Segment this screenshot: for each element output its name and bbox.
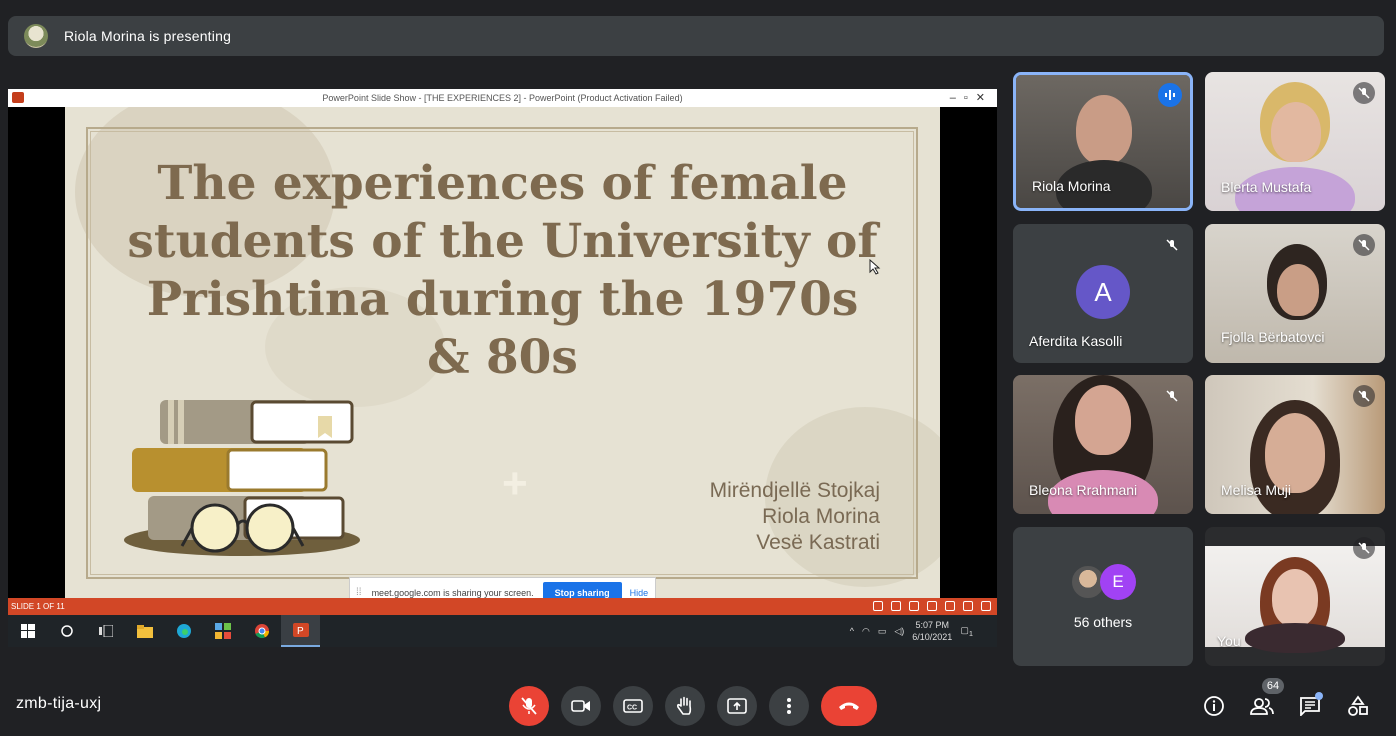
participant-name: Aferdita Kasolli: [1029, 333, 1123, 349]
more-options-button[interactable]: [769, 686, 809, 726]
clock-time: 5:07 PM: [915, 620, 950, 630]
camera-icon: [571, 700, 590, 712]
participant-name: Fjolla Bërbatovci: [1221, 329, 1325, 345]
menu-icon[interactable]: [891, 601, 901, 611]
participant-name: Riola Morina: [1032, 178, 1111, 194]
present-icon: [727, 698, 747, 714]
slideshow-controls: [873, 601, 991, 611]
file-explorer-icon[interactable]: [125, 615, 164, 647]
mouse-cursor-icon: [869, 259, 881, 275]
muted-mic-icon: [1353, 234, 1375, 256]
participant-name: Melisa Muji: [1221, 482, 1292, 498]
task-view-icon[interactable]: [86, 615, 125, 647]
chat-notification-dot: [1315, 692, 1323, 700]
muted-mic-icon: [1353, 385, 1375, 407]
presenting-text: Riola Morina is presenting: [64, 28, 232, 44]
system-clock[interactable]: 5:07 PM 6/10/2021: [912, 619, 952, 643]
books-illustration: [124, 400, 360, 556]
participant-tile[interactable]: Fjolla Bërbatovci: [1205, 224, 1385, 363]
camera-toggle-button[interactable]: [561, 686, 601, 726]
system-tray: ^ ◠ ▭ ◁) 5:07 PM 6/10/2021 ▢1: [850, 615, 973, 647]
muted-mic-icon: [1161, 234, 1183, 256]
participant-tile[interactable]: Bleona Rrahmani: [1013, 375, 1193, 514]
plus-decoration: +: [502, 459, 528, 508]
slide-authors: Mirëndjellë Stojkaj Riola Morina Vesë Ka…: [710, 478, 880, 556]
windows-taskbar: P ^ ◠ ▭ ◁) 5:07 PM 6/10/2021 ▢1: [8, 615, 997, 647]
window-title: PowerPoint Slide Show - [THE EXPERIENCES…: [322, 93, 683, 103]
hand-icon: [677, 696, 692, 715]
edge-browser-icon[interactable]: [164, 615, 203, 647]
powerpoint-taskbar-icon[interactable]: P: [281, 615, 320, 647]
participant-tile[interactable]: Melisa Muji: [1205, 375, 1385, 514]
captions-icon: CC: [623, 699, 643, 713]
network-icon[interactable]: ◠: [862, 626, 870, 637]
muted-mic-icon: [1353, 82, 1375, 104]
author: Riola Morina: [762, 505, 880, 528]
next-icon[interactable]: [909, 601, 919, 611]
participant-avatar: A: [1076, 265, 1130, 319]
slide-sorter-icon[interactable]: [945, 601, 955, 611]
notification-count: 1: [968, 628, 973, 638]
participant-tile[interactable]: Blerta Mustafa: [1205, 72, 1385, 211]
participant-name: You: [1217, 633, 1241, 649]
slide: The experiences of female students of th…: [65, 107, 940, 598]
present-screen-button[interactable]: [717, 686, 757, 726]
author: Mirëndjellë Stojkaj: [709, 479, 880, 502]
clock-date: 6/10/2021: [912, 632, 953, 642]
svg-text:CC: CC: [627, 705, 637, 712]
window-controls: –▫✕: [949, 92, 993, 104]
volume-icon[interactable]: ◁): [894, 626, 904, 637]
presenter-avatar: [24, 24, 48, 48]
captions-button[interactable]: CC: [613, 686, 653, 726]
participant-name: Bleona Rrahmani: [1029, 482, 1138, 498]
activities-icon[interactable]: [1344, 692, 1372, 720]
participant-name: Blerta Mustafa: [1221, 179, 1312, 195]
muted-mic-icon: [1353, 537, 1375, 559]
meet-app: Riola Morina is presenting PowerPoint Sl…: [0, 0, 1396, 736]
notification-icon[interactable]: ▢1: [960, 625, 973, 638]
drag-handle-icon[interactable]: ⁞⁞: [356, 587, 362, 598]
raise-hand-button[interactable]: [665, 686, 705, 726]
slideshow-icon[interactable]: [981, 601, 991, 611]
mic-off-icon: [521, 697, 537, 715]
meeting-details-icon[interactable]: [1200, 692, 1228, 720]
windows-start-icon[interactable]: [8, 615, 47, 647]
slide-counter: SLIDE 1 OF 11: [11, 602, 65, 611]
slide-title: The experiences of female students of th…: [127, 156, 878, 385]
leave-call-button[interactable]: [821, 686, 877, 726]
search-icon[interactable]: [47, 615, 86, 647]
store-icon[interactable]: [203, 615, 242, 647]
slideshow-statusbar: SLIDE 1 OF 11: [8, 598, 997, 615]
hangup-icon: [839, 702, 859, 710]
svg-text:P: P: [297, 626, 304, 637]
participant-tile[interactable]: A Aferdita Kasolli: [1013, 224, 1193, 363]
mic-toggle-button[interactable]: [509, 686, 549, 726]
meeting-code: zmb-tija-uxj: [16, 695, 102, 712]
previous-icon[interactable]: [873, 601, 883, 611]
sharing-message: meet.google.com is sharing your screen.: [371, 587, 534, 598]
more-vert-icon: [787, 698, 791, 714]
reading-view-icon[interactable]: [963, 601, 973, 611]
author: Vesë Kastrati: [756, 531, 880, 554]
powerpoint-titlebar: PowerPoint Slide Show - [THE EXPERIENCES…: [8, 89, 997, 107]
others-count: 56 others: [1073, 614, 1133, 630]
participant-count-badge: 64: [1262, 678, 1284, 694]
shared-screen: PowerPoint Slide Show - [THE EXPERIENCES…: [8, 89, 997, 647]
speaking-indicator-icon: [1158, 83, 1182, 107]
people-icon[interactable]: [1248, 692, 1276, 720]
participant-tile[interactable]: Riola Morina: [1013, 72, 1193, 211]
battery-icon[interactable]: ▭: [878, 626, 887, 637]
powerpoint-icon: [12, 92, 24, 103]
participant-avatar: E: [1100, 564, 1136, 600]
chevron-up-icon[interactable]: ^: [850, 626, 854, 636]
hide-button[interactable]: Hide: [630, 588, 649, 598]
normal-view-icon[interactable]: [927, 601, 937, 611]
presenting-banner: Riola Morina is presenting: [8, 16, 1384, 56]
others-tile[interactable]: E 56 others: [1013, 527, 1193, 666]
muted-mic-icon: [1161, 385, 1183, 407]
chrome-icon[interactable]: [242, 615, 281, 647]
self-view-tile[interactable]: You: [1205, 527, 1385, 666]
